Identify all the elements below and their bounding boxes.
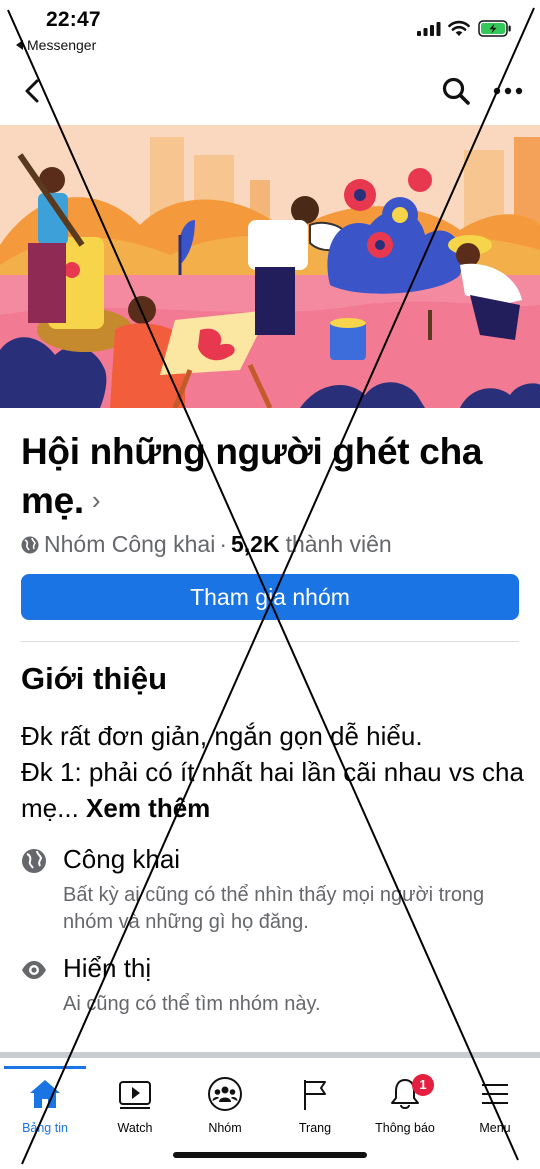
group-meta: Nhóm Công khai · 5,2K thành viên (21, 531, 392, 558)
search-icon[interactable] (441, 76, 471, 106)
tab-label: Bảng tin (22, 1121, 68, 1135)
tab-groups[interactable]: Nhóm (180, 1076, 270, 1135)
see-more-link[interactable]: Xem thêm (86, 793, 210, 823)
active-tab-indicator (4, 1066, 86, 1069)
group-privacy: Nhóm Công khai (44, 531, 216, 557)
visible-label: Hiển thị (63, 953, 152, 983)
public-label: Công khai (63, 844, 181, 874)
about-desc-line2-wrap: Đk 1: phải có ít nhất hai lần cãi nhau v… (21, 754, 526, 826)
group-title-chevron-icon: › (91, 485, 101, 515)
tab-notifications[interactable]: 1 Thông báo (360, 1074, 450, 1135)
notification-badge: 1 (412, 1074, 434, 1096)
member-count[interactable]: 5,2K (231, 531, 280, 558)
status-bar: 22:47 Messenger (0, 0, 540, 58)
tab-label: Nhóm (208, 1121, 242, 1135)
back-to-messenger[interactable]: Messenger (16, 37, 96, 53)
meta-separator: · (219, 531, 227, 557)
tab-label: Thông báo (375, 1121, 435, 1135)
public-desc: Bất kỳ ai cũng có thể nhìn thấy mọi ngườ… (63, 884, 485, 933)
eye-icon (22, 961, 46, 979)
status-time: 22:47 (46, 8, 101, 31)
section-separator (0, 1052, 540, 1058)
menu-icon (482, 1084, 508, 1104)
group-title-text: Hội những người ghét cha mẹ. (21, 431, 483, 521)
tab-label: Trang (298, 1121, 332, 1135)
tab-menu[interactable]: Menu (450, 1076, 540, 1135)
group-title[interactable]: Hội những người ghét cha mẹ. › (21, 428, 526, 525)
wifi-icon (448, 20, 470, 36)
cover-illustration[interactable] (0, 125, 540, 408)
globe-icon (22, 849, 46, 873)
tab-pages[interactable]: Trang (270, 1076, 360, 1135)
member-suffix[interactable]: thành viên (286, 531, 392, 558)
tab-label: Menu (479, 1121, 511, 1135)
groups-icon (208, 1077, 242, 1111)
home-icon (30, 1080, 60, 1108)
back-app-label: Messenger (27, 37, 97, 53)
about-title: Giới thiệu (21, 661, 168, 696)
divider (21, 641, 519, 642)
battery-charging-icon (478, 20, 511, 37)
nav-bar (0, 60, 540, 120)
visible-desc: Ai cũng có thể tìm nhóm này. (63, 993, 321, 1015)
about-description: Đk rất đơn giản, ngắn gọn dễ hiểu. Đk 1:… (21, 718, 526, 826)
flag-icon (304, 1080, 326, 1110)
back-chevron-icon[interactable] (20, 78, 46, 104)
join-group-button[interactable]: Tham gia nhóm (21, 574, 519, 620)
watch-icon (119, 1081, 151, 1109)
about-desc-line1: Đk rất đơn giản, ngắn gọn dễ hiểu. (21, 721, 423, 751)
home-indicator (173, 1152, 367, 1158)
more-icon[interactable] (493, 86, 523, 96)
signal-icon (417, 22, 441, 36)
globe-icon (21, 536, 39, 553)
tab-watch[interactable]: Watch (90, 1076, 180, 1135)
tab-home[interactable]: Bảng tin (0, 1076, 90, 1135)
back-triangle-icon (16, 40, 23, 50)
tab-label: Watch (117, 1121, 153, 1135)
